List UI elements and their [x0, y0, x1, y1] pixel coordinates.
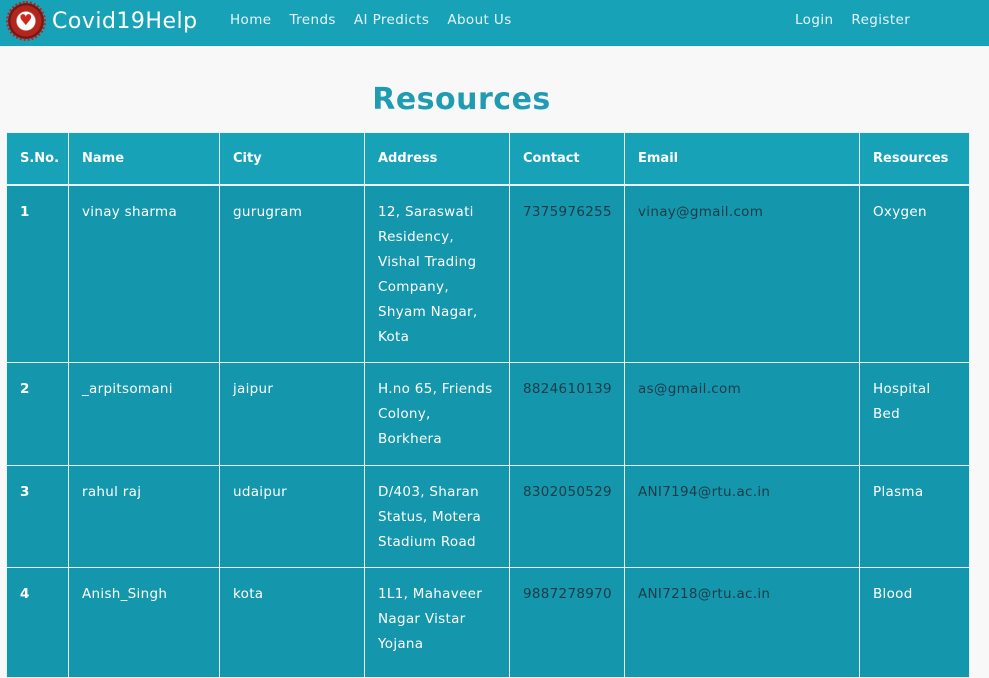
top-navbar: ♥ Covid19Help Home Trends AI Predicts Ab… [0, 0, 989, 46]
register-link[interactable]: Register [851, 12, 910, 28]
cell-name: Anish_Singh [68, 567, 220, 678]
header-sno: S.No. [6, 132, 69, 186]
cell-city: gurugram [219, 184, 365, 363]
cell-name: vinay sharma [68, 184, 220, 363]
cell-address: 12, Saraswati Residency, Vishal Trading … [364, 184, 510, 363]
brand-name[interactable]: Covid19Help [52, 9, 198, 34]
main-nav: Home Trends AI Predicts About Us [230, 12, 530, 28]
cell-sno: 1 [6, 184, 69, 363]
cell-sno: 3 [6, 465, 69, 568]
page-title: Resources [372, 82, 551, 117]
login-link[interactable]: Login [795, 12, 833, 28]
table-row: 3 rahul raj udaipur D/403, Sharan Status… [6, 465, 970, 568]
table-row: 1 vinay sharma gurugram 12, Saraswati Re… [6, 184, 970, 363]
header-city: City [219, 132, 365, 186]
nav-trends[interactable]: Trends [289, 12, 335, 28]
resources-table: S.No. Name City Address Contact Email Re… [6, 132, 970, 678]
cell-name: _arpitsomani [68, 362, 220, 466]
cell-name: rahul raj [68, 465, 220, 568]
brand[interactable]: ♥ Covid19Help [6, 1, 198, 41]
auth-nav: Login Register [795, 12, 928, 28]
cell-email: vinay@gmail.com [624, 184, 860, 363]
nav-home[interactable]: Home [230, 12, 271, 28]
header-name: Name [68, 132, 220, 186]
cell-email: ANI7218@rtu.ac.in [624, 567, 860, 678]
table-row: 4 Anish_Singh kota 1L1, Mahaveer Nagar V… [6, 567, 970, 678]
header-resources: Resources [859, 132, 970, 186]
nav-about-us[interactable]: About Us [447, 12, 511, 28]
cell-email: as@gmail.com [624, 362, 860, 466]
nav-ai-predicts[interactable]: AI Predicts [354, 12, 429, 28]
cell-sno: 4 [6, 567, 69, 678]
cell-contact: 8302050529 [509, 465, 625, 568]
table-row: 2 _arpitsomani jaipur H.no 65, Friends C… [6, 362, 970, 466]
cell-city: udaipur [219, 465, 365, 568]
table-header-row: S.No. Name City Address Contact Email Re… [6, 132, 970, 186]
cell-address: H.no 65, Friends Colony, Borkhera [364, 362, 510, 466]
header-address: Address [364, 132, 510, 186]
cell-resource: Blood [859, 567, 970, 678]
covid-heart-logo-icon: ♥ [6, 1, 46, 41]
cell-resource: Plasma [859, 465, 970, 568]
cell-address: D/403, Sharan Status, Motera Stadium Roa… [364, 465, 510, 568]
cell-contact: 8824610139 [509, 362, 625, 466]
cell-city: jaipur [219, 362, 365, 466]
cell-contact: 7375976255 [509, 184, 625, 363]
cell-sno: 2 [6, 362, 69, 466]
cell-city: kota [219, 567, 365, 678]
cell-resource: Oxygen [859, 184, 970, 363]
header-email: Email [624, 132, 860, 186]
header-contact: Contact [509, 132, 625, 186]
heart-icon: ♥ [19, 11, 33, 29]
cell-address: 1L1, Mahaveer Nagar Vistar Yojana [364, 567, 510, 678]
cell-email: ANI7194@rtu.ac.in [624, 465, 860, 568]
cell-resource: Hospital Bed [859, 362, 970, 466]
cell-contact: 9887278970 [509, 567, 625, 678]
